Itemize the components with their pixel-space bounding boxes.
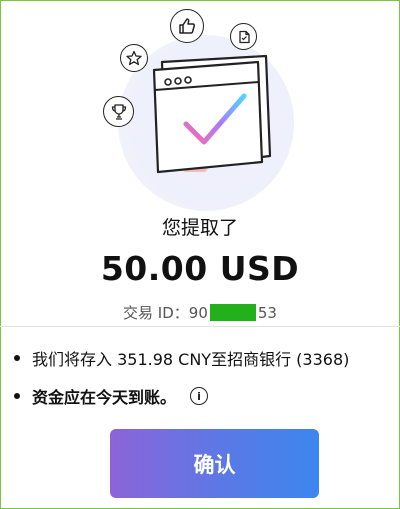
list-item: 资金应在今天到账。 i	[14, 384, 209, 408]
deposit-detail-text: 我们将存入 351.98 CNY至招商银行 (3368)	[32, 350, 350, 369]
info-icon[interactable]: i	[190, 387, 209, 405]
bullet-icon	[14, 393, 20, 399]
document-icon	[230, 23, 257, 50]
trophy-icon	[103, 96, 134, 127]
result-title: 您提取了	[161, 217, 238, 239]
transaction-id: 交易 ID： 90 53	[0, 302, 400, 323]
success-illustration	[0, 0, 400, 211]
star-icon	[120, 44, 148, 72]
confirm-button[interactable]: 确认	[110, 429, 319, 498]
list-item: 我们将存入 351.98 CNY至招商银行 (3368)	[14, 346, 349, 370]
bullet-icon	[14, 355, 20, 361]
transaction-id-suffix: 53	[257, 303, 277, 322]
divider	[0, 326, 400, 327]
arrival-detail-text: 资金应在今天到账。	[32, 388, 177, 407]
thumbs-up-icon	[170, 9, 204, 43]
transaction-id-redaction	[209, 304, 256, 321]
withdrawal-amount: 50.00 USD	[100, 249, 300, 288]
transaction-id-label: 交易 ID：	[123, 304, 189, 322]
transaction-id-prefix: 90	[188, 303, 208, 322]
browser-window-icon	[152, 54, 272, 174]
